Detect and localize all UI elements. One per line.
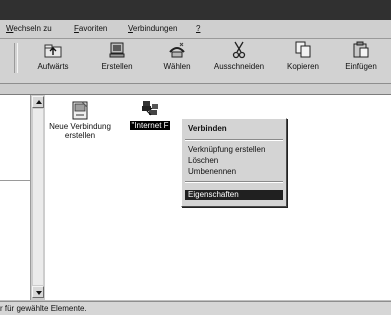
toolbar-label-waehlen: Wählen bbox=[163, 62, 191, 71]
menu-help[interactable]: ? bbox=[196, 24, 200, 33]
menu-verbindungen-rest: erbindungen bbox=[132, 24, 178, 33]
menu-wechseln-zu-rest: echseln zu bbox=[13, 24, 52, 33]
ctx-item-verbinden[interactable]: Verbinden bbox=[185, 124, 283, 134]
toolbar-separator bbox=[14, 43, 18, 73]
scroll-track[interactable] bbox=[33, 109, 43, 285]
arrow-down-icon bbox=[36, 291, 42, 295]
item-internet-connection[interactable]: "Internet F bbox=[125, 99, 175, 130]
menu-help-label: ? bbox=[196, 24, 201, 33]
new-connection-icon bbox=[106, 41, 128, 59]
toolbar-button-waehlen[interactable]: Wählen bbox=[150, 41, 204, 79]
toolbar-label-kopieren: Kopieren bbox=[286, 62, 320, 71]
new-connection-wizard-icon bbox=[70, 100, 90, 122]
title-bar bbox=[0, 0, 391, 20]
menu-bar: Wechseln zu Favoriten Verbindungen ? bbox=[0, 20, 391, 39]
copy-icon bbox=[292, 41, 314, 59]
toolbar-button-erstellen[interactable]: Erstellen bbox=[90, 41, 144, 79]
toolbar-button-ausschneiden[interactable]: Ausschneiden bbox=[212, 41, 266, 79]
menu-verbindungen[interactable]: Verbindungen bbox=[128, 24, 177, 33]
toolbar-button-einfuegen[interactable]: Einfügen bbox=[334, 41, 388, 79]
ctx-item-loeschen[interactable]: Löschen bbox=[185, 156, 283, 166]
address-bar bbox=[0, 84, 391, 95]
ctx-item-verknuepfung-erstellen[interactable]: Verknüpfung erstellen bbox=[185, 145, 283, 155]
menu-favoriten-rest: avoriten bbox=[78, 24, 108, 33]
ctx-separator bbox=[185, 181, 283, 183]
menu-wechseln-zu[interactable]: Wechseln zu bbox=[6, 24, 52, 33]
item-neue-verbindung[interactable]: Neue Verbindung erstellen bbox=[47, 100, 113, 140]
item-label-selected: "Internet F bbox=[130, 121, 170, 130]
toolbar-label-erstellen: Erstellen bbox=[101, 62, 133, 71]
context-menu: Verbinden Verknüpfung erstellen Löschen … bbox=[181, 118, 287, 207]
scissors-icon bbox=[228, 41, 250, 59]
toolbar-label-einfuegen: Einfügen bbox=[345, 62, 377, 71]
ctx-item-umbenennen[interactable]: Umbenennen bbox=[185, 167, 283, 177]
menu-favoriten[interactable]: Favoriten bbox=[74, 24, 107, 33]
toolbar-label-aufwaerts: Aufwärts bbox=[37, 62, 69, 71]
toolbar: Aufwärts Erstellen Wählen Ausschneiden K… bbox=[0, 39, 391, 84]
dialup-connection-icon bbox=[139, 99, 161, 121]
folder-up-icon bbox=[42, 41, 64, 59]
ctx-separator bbox=[185, 139, 283, 141]
vertical-scrollbar[interactable] bbox=[30, 95, 45, 300]
ctx-item-eigenschaften[interactable]: Eigenschaften bbox=[185, 190, 283, 200]
paste-icon bbox=[350, 41, 372, 59]
dial-icon bbox=[166, 41, 188, 59]
toolbar-label-ausschneiden: Ausschneiden bbox=[213, 62, 265, 71]
item-label-line1: Neue Verbindung bbox=[49, 122, 111, 131]
arrow-up-icon bbox=[36, 100, 42, 104]
scroll-up-button[interactable] bbox=[32, 96, 44, 108]
scroll-down-button[interactable] bbox=[32, 286, 44, 298]
left-pane bbox=[0, 95, 30, 300]
toolbar-button-aufwaerts[interactable]: Aufwärts bbox=[26, 41, 80, 79]
item-label-line2: erstellen bbox=[64, 131, 96, 140]
status-bar: r für gewählte Elemente. bbox=[0, 301, 391, 315]
status-text: r für gewählte Elemente. bbox=[0, 304, 87, 313]
toolbar-button-kopieren[interactable]: Kopieren bbox=[276, 41, 330, 79]
left-pane-divider bbox=[0, 180, 30, 181]
